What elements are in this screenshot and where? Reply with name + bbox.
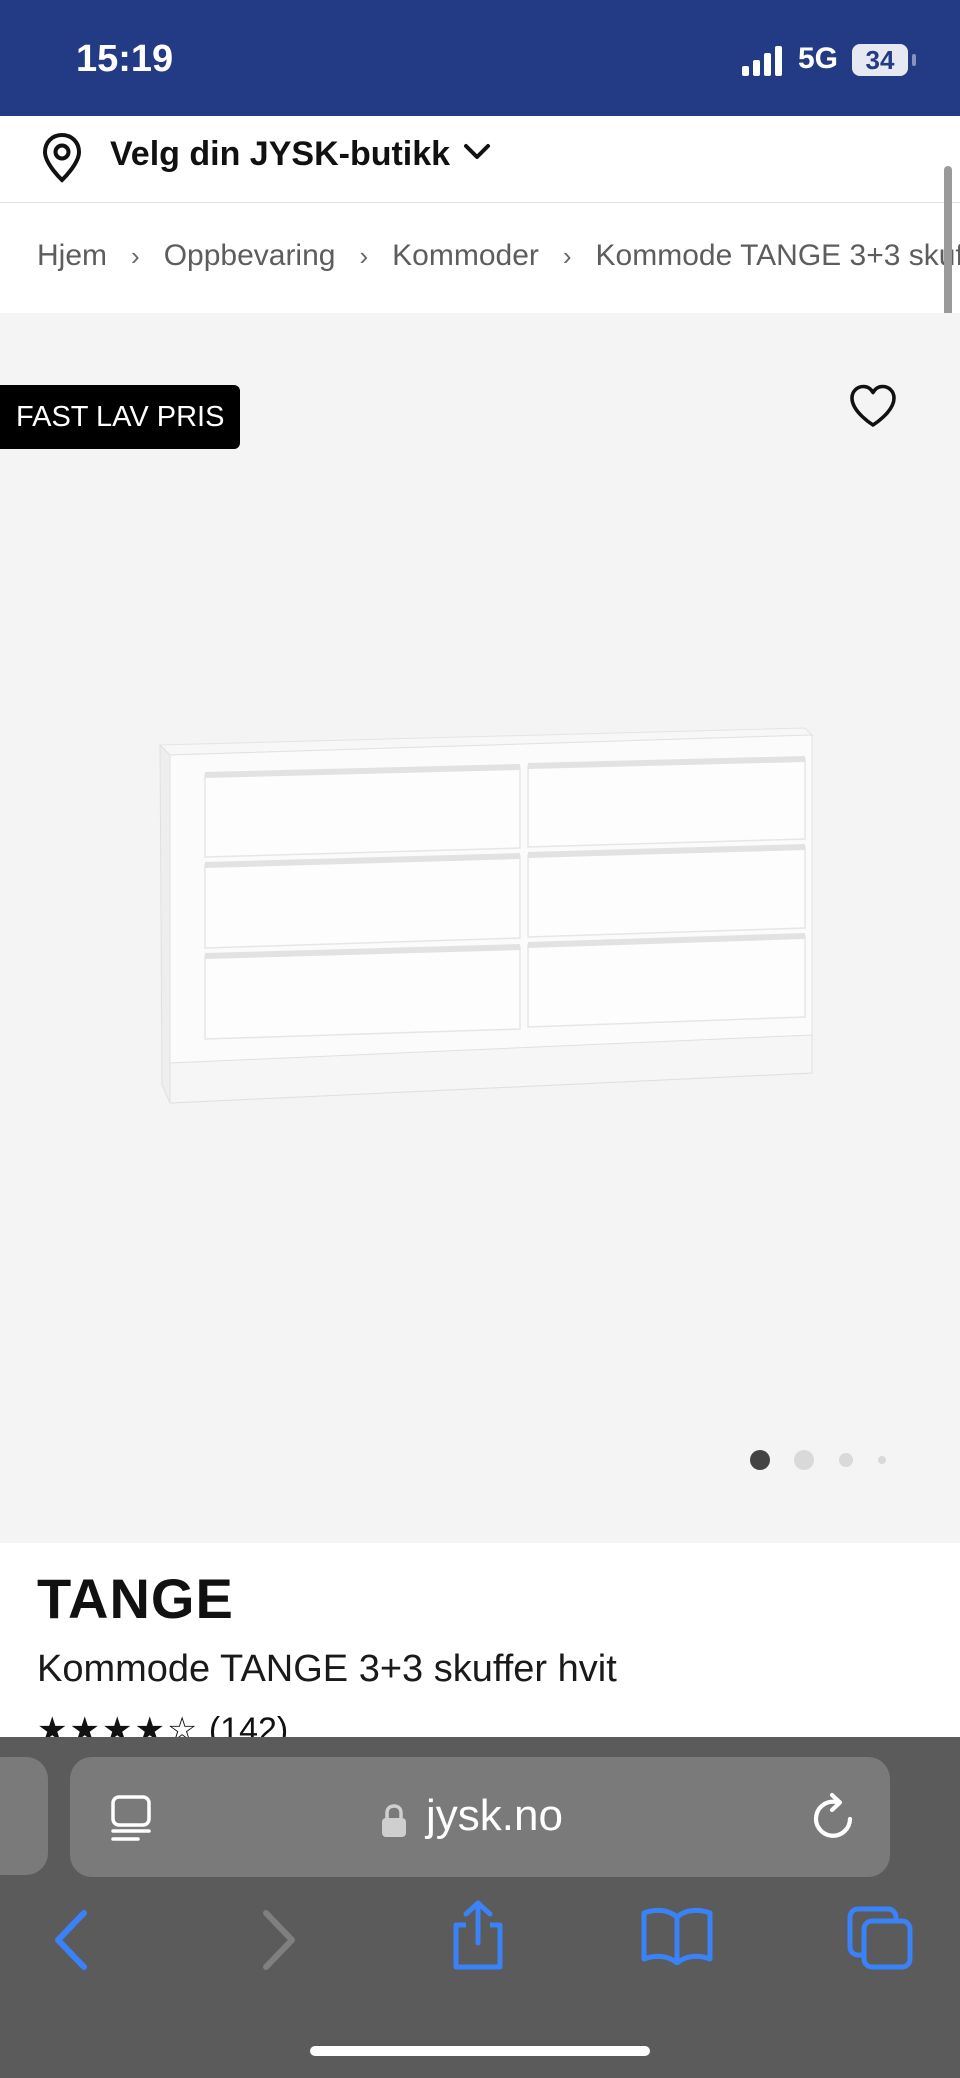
chevron-down-icon xyxy=(464,144,490,159)
home-indicator[interactable] xyxy=(310,2046,650,2056)
product-gallery[interactable]: FAST LAV PRIS xyxy=(0,313,960,1543)
breadcrumb-current: Kommode TANGE 3+3 skuffer hvit xyxy=(595,239,960,272)
location-pin-icon xyxy=(42,132,82,183)
breadcrumb-separator-icon: › xyxy=(131,241,140,271)
network-type: 5G xyxy=(798,42,839,75)
reader-view-icon[interactable] xyxy=(108,1793,158,1843)
status-time: 15:19 xyxy=(76,38,174,80)
breadcrumb-separator-icon: › xyxy=(359,241,369,271)
breadcrumb-separator-icon: › xyxy=(562,241,572,271)
product-image-dresser xyxy=(158,727,814,1104)
battery-icon: 34 xyxy=(852,44,908,76)
tabs-icon[interactable] xyxy=(846,1905,914,1971)
reload-icon[interactable] xyxy=(810,1791,858,1843)
store-selector-label: Velg din JYSK-butikk xyxy=(110,135,451,173)
breadcrumb-home[interactable]: Hjem xyxy=(37,239,107,272)
breadcrumb-kommoder[interactable]: Kommoder xyxy=(392,239,539,272)
heart-icon[interactable] xyxy=(848,383,898,429)
cellular-signal-icon xyxy=(742,46,782,76)
product-name: Kommode TANGE 3+3 skuffer hvit xyxy=(37,1648,617,1690)
breadcrumb: Hjem › Oppbevaring › Kommoder › Kommode TANGE … xyxy=(0,203,960,313)
forward-arrow-icon[interactable] xyxy=(258,1907,300,1973)
browser-toolbar: jysk.no xyxy=(0,1737,960,2078)
store-selector[interactable]: Velg din JYSK-butikk xyxy=(0,116,960,203)
back-arrow-icon[interactable] xyxy=(50,1907,92,1973)
lock-icon xyxy=(382,1804,406,1837)
gallery-pagination-dots[interactable] xyxy=(748,1448,898,1472)
previous-tab-preview[interactable] xyxy=(0,1757,48,1875)
url-text: jysk.no xyxy=(426,1791,563,1840)
battery-tip xyxy=(912,54,916,66)
share-icon[interactable] xyxy=(448,1899,508,1973)
address-bar[interactable]: jysk.no xyxy=(70,1757,890,1877)
breadcrumb-oppbevaring[interactable]: Oppbevaring xyxy=(164,239,336,272)
status-bar: 15:19 5G 34 xyxy=(0,0,960,116)
price-badge: FAST LAV PRIS xyxy=(0,385,241,449)
bookmarks-icon[interactable] xyxy=(640,1905,714,1965)
product-brand: TANGE xyxy=(37,1567,234,1630)
